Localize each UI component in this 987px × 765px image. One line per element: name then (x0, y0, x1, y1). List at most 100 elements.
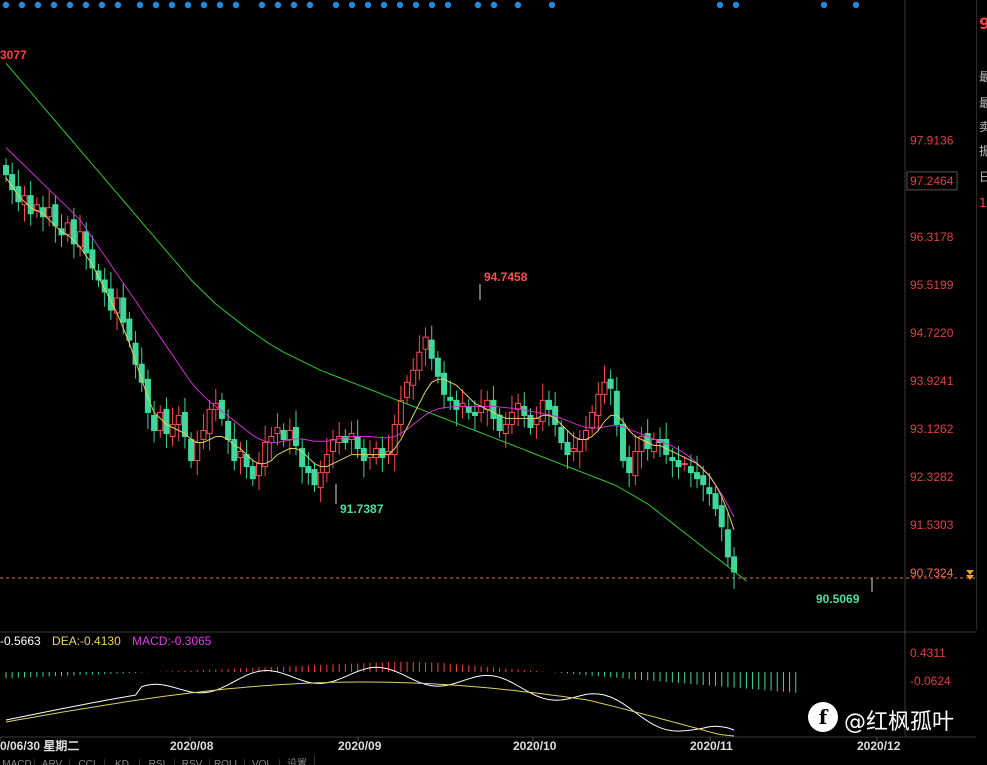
macd-dea-label: DEA:-0.4130 (52, 634, 121, 648)
signal-dot (152, 1, 160, 9)
candle-body (114, 297, 121, 314)
y-tick-label: 92.3282 (910, 470, 954, 484)
signal-dot (18, 1, 26, 9)
candle-body (64, 222, 71, 236)
x-axis-label: 2020/08 (170, 739, 214, 753)
y-tick-label: 97.9136 (910, 134, 954, 148)
sidebar-text: 1 (979, 196, 987, 210)
candle-body (175, 414, 182, 425)
candle-body (144, 378, 151, 413)
signal-dot (50, 1, 58, 9)
candle-body (675, 460, 682, 468)
candle-body (231, 439, 238, 462)
signal-dot (490, 1, 498, 9)
signal-dot (332, 1, 340, 9)
indicator-tab[interactable]: RSV (175, 759, 210, 765)
indicator-tab[interactable]: CCI (70, 759, 105, 765)
candle-body (397, 399, 404, 425)
y-tick-label: 97.2464 (910, 174, 954, 188)
candle-body (502, 423, 509, 434)
signal-dot (114, 1, 122, 9)
candle-body (280, 429, 287, 441)
candle-body (471, 411, 478, 416)
moving-average-line (5, 177, 735, 530)
candle-body (712, 493, 719, 510)
signal-dot (274, 1, 282, 9)
candle-body (607, 378, 614, 389)
indicator-tab[interactable]: 设置 (280, 755, 315, 765)
signal-dot (548, 1, 556, 9)
signal-dot (732, 1, 740, 9)
candle-body (286, 429, 293, 441)
candle-body (379, 448, 386, 459)
indicator-tab[interactable]: VOL (245, 759, 280, 765)
indicator-tab[interactable]: RSI (140, 759, 175, 765)
sidebar-text: 日 (979, 170, 987, 184)
candle-body (120, 297, 127, 323)
y-tick-label: 94.7220 (910, 326, 954, 340)
candle-body (441, 372, 448, 395)
signal-dot (290, 1, 298, 9)
price-chart[interactable]: 97.9136 97.2464 96.3178 95.5199 94.7220 93.92… (0, 0, 987, 765)
y-tick-label: 91.5303 (910, 518, 954, 532)
signal-dot (216, 1, 224, 9)
candle-body (539, 399, 546, 422)
candle-body (52, 204, 59, 227)
candle-body (422, 336, 429, 350)
signal-dot (2, 1, 10, 9)
macd-dea-line (5, 681, 735, 737)
y-tick-label: 96.3178 (910, 230, 954, 244)
candle-body (681, 463, 688, 466)
signal-dot (820, 1, 828, 9)
indicator-tab[interactable]: ROLL (210, 759, 245, 765)
signal-dot (66, 1, 74, 9)
candle-body (46, 207, 53, 218)
candle-body (317, 472, 324, 489)
signal-dot (396, 1, 404, 9)
candle-body (95, 270, 102, 281)
candle-body (157, 411, 164, 431)
candle-body (632, 451, 639, 477)
signal-dot (380, 1, 388, 9)
watermark-text: @红枫孤叶 (844, 710, 955, 735)
macd-dif-label: -0.5663 (0, 634, 41, 648)
signal-dot (306, 1, 314, 9)
sidebar-text: 9 (979, 14, 987, 33)
signal-dot (98, 1, 106, 9)
candle-body (558, 426, 565, 444)
signal-dot (444, 1, 452, 9)
candle-body (521, 405, 528, 416)
signal-dot (514, 1, 522, 9)
indicator-tab[interactable]: MACD (0, 759, 35, 765)
candle-body (564, 442, 571, 456)
sidebar-text: 卖 (979, 120, 987, 134)
watermark-logo: f (808, 702, 838, 732)
candle-body (416, 351, 423, 371)
candle-body (330, 439, 337, 453)
x-axis-label: 0/06/30 星期二 (0, 738, 79, 753)
candle-body (545, 399, 552, 410)
signal-dot (34, 1, 42, 9)
indicator-tabs[interactable]: MACD ARV CCI KD RSI RSV ROLL VOL 设置 (0, 755, 987, 765)
candle-body (527, 414, 534, 428)
watermark: f @红枫孤叶 (808, 700, 978, 736)
candle-body (718, 505, 725, 528)
candle-body (83, 231, 90, 254)
candle-body (311, 469, 318, 486)
macd-hist-label: MACD:-0.3065 (132, 634, 212, 648)
candle-body (237, 451, 244, 459)
sidebar-text: 最 (979, 96, 987, 110)
candle-body (694, 472, 701, 480)
candle-body (496, 414, 503, 431)
candle-body (323, 454, 330, 474)
indicator-tab[interactable]: KD (105, 759, 140, 765)
indicator-tab[interactable]: ARV (35, 759, 70, 765)
signal-dot (232, 1, 240, 9)
candle-body (434, 357, 441, 377)
signal-dot (136, 1, 144, 9)
candle-body (428, 339, 435, 359)
candle-body (601, 381, 608, 395)
chart-window: 97.9136 97.2464 96.3178 95.5199 94.7220 93.92… (0, 0, 987, 765)
signal-dot (364, 1, 372, 9)
signal-dot (184, 1, 192, 9)
